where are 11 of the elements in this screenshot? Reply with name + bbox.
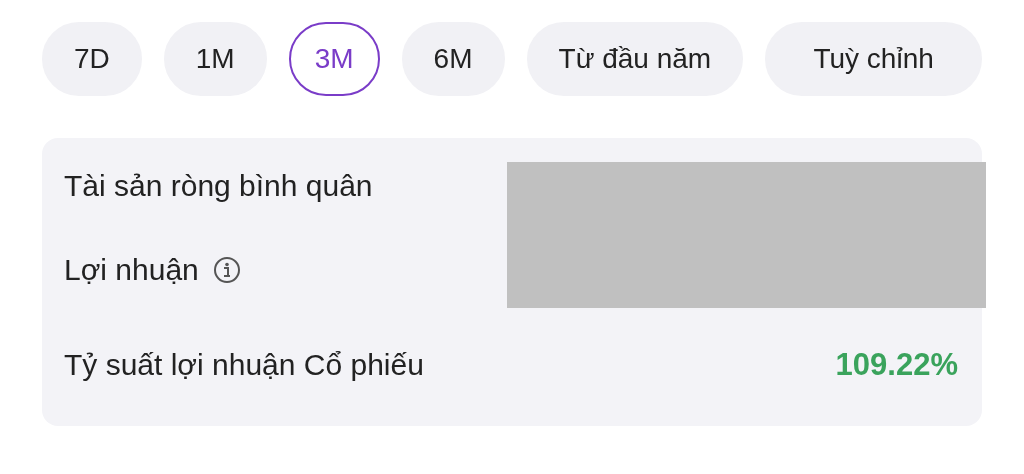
period-tab[interactable]: 7D [42,22,142,96]
row-label: Tài sản ròng bình quân [64,169,373,203]
period-tab[interactable]: Tuỳ chỉnh [765,22,982,96]
info-icon[interactable] [212,255,241,284]
period-tab[interactable]: 1M [163,22,267,96]
period-tab[interactable]: Từ đầu năm [526,22,744,96]
return-value: 109.22% [835,346,958,383]
period-tab[interactable]: 3M [288,22,380,96]
row-label: Tỷ suất lợi nhuận Cổ phiếu [64,347,424,382]
period-tab[interactable]: 6M [401,22,505,96]
row-label: Lợi nhuận [64,252,199,287]
